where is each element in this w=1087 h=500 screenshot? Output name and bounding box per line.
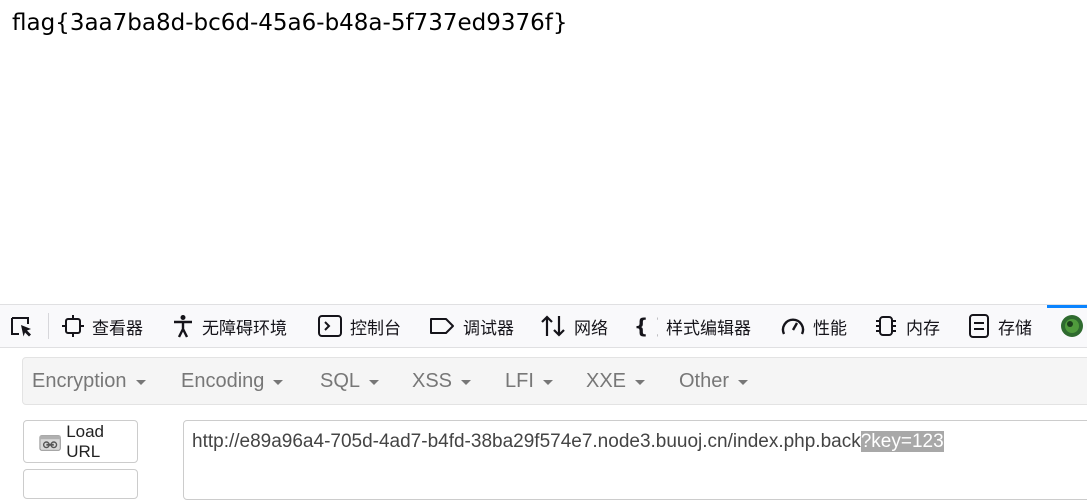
tab-hackbar[interactable] <box>1060 305 1087 347</box>
tab-label: 查看器 <box>92 318 143 339</box>
devtools-toolbar: 查看器 无障碍环境 控制台 调试器 网络 {样式编辑器 性能 内存 存储 <box>0 304 1087 348</box>
tab-label: 性能 <box>813 318 847 339</box>
url-text: http://e89a96a4-705d-4ad7-b4fd-38ba29f57… <box>192 431 861 452</box>
load-link-icon <box>39 434 61 451</box>
load-url-button[interactable]: Load URL <box>23 420 138 463</box>
caret-down-icon <box>542 379 553 385</box>
svg-text:{ }: { } <box>634 314 658 338</box>
tab-storage[interactable]: 存储 <box>968 305 1032 347</box>
tab-label: 调试器 <box>463 318 514 339</box>
url-selected-text: ?key=123 <box>860 431 944 452</box>
tab-style-editor[interactable]: { } 样式编辑器 <box>634 305 751 347</box>
caret-down-icon <box>369 379 380 385</box>
flag-text: flag{3aa7ba8d-bc6d-45a6-b48a-5f737ed9376… <box>12 10 568 36</box>
tab-label: 样式编辑器 <box>666 318 751 339</box>
storage-icon <box>969 314 989 338</box>
caret-down-icon <box>738 379 749 385</box>
menu-encryption[interactable]: Encryption <box>32 358 146 404</box>
debugger-icon <box>430 318 454 334</box>
tab-console[interactable]: 控制台 <box>318 305 401 347</box>
menu-other[interactable]: Other <box>679 358 749 404</box>
hackbar-menu: Encryption Encoding SQL XSS LFI XXE Othe… <box>22 357 1087 405</box>
toolbar-separator <box>48 313 49 339</box>
memory-icon <box>876 316 896 336</box>
load-url-label: Load URL <box>66 421 105 461</box>
page-content: flag{3aa7ba8d-bc6d-45a6-b48a-5f737ed9376… <box>0 0 1087 304</box>
tab-label: 网络 <box>574 318 608 339</box>
caret-down-icon <box>273 379 284 385</box>
performance-icon <box>781 318 805 335</box>
tab-inspector[interactable]: 查看器 <box>62 305 143 347</box>
tab-performance[interactable]: 性能 <box>781 305 847 347</box>
accessibility-icon <box>174 315 192 338</box>
tab-label: 存储 <box>998 318 1032 339</box>
caret-down-icon <box>135 379 146 385</box>
element-picker-icon[interactable] <box>9 315 37 339</box>
style-editor-icon: { } <box>634 314 658 338</box>
devtools-panel: 查看器 无障碍环境 控制台 调试器 网络 {样式编辑器 性能 内存 存储 En… <box>0 304 1087 500</box>
caret-down-icon <box>461 379 472 385</box>
inspector-icon <box>62 315 84 337</box>
caret-down-icon <box>635 379 646 385</box>
tab-label: 内存 <box>906 318 940 339</box>
url-textarea[interactable]: http://e89a96a4-705d-4ad7-b4fd-38ba29f57… <box>183 420 1087 500</box>
network-icon <box>541 315 565 337</box>
tab-network[interactable]: 网络 <box>540 305 608 347</box>
menu-sql[interactable]: SQL <box>320 358 380 404</box>
tab-label: 控制台 <box>350 318 401 339</box>
tab-memory[interactable]: 内存 <box>874 305 940 347</box>
menu-xss[interactable]: XSS <box>412 358 472 404</box>
tab-accessibility[interactable]: 无障碍环境 <box>172 305 287 347</box>
menu-lfi[interactable]: LFI <box>505 358 553 404</box>
split-url-button[interactable] <box>23 469 138 499</box>
hackbar-icon <box>1061 315 1083 337</box>
console-icon <box>318 315 342 337</box>
tab-debugger[interactable]: 调试器 <box>429 305 514 347</box>
tab-label: 无障碍环境 <box>202 318 287 339</box>
menu-encoding[interactable]: Encoding <box>181 358 284 404</box>
menu-xxe[interactable]: XXE <box>586 358 646 404</box>
